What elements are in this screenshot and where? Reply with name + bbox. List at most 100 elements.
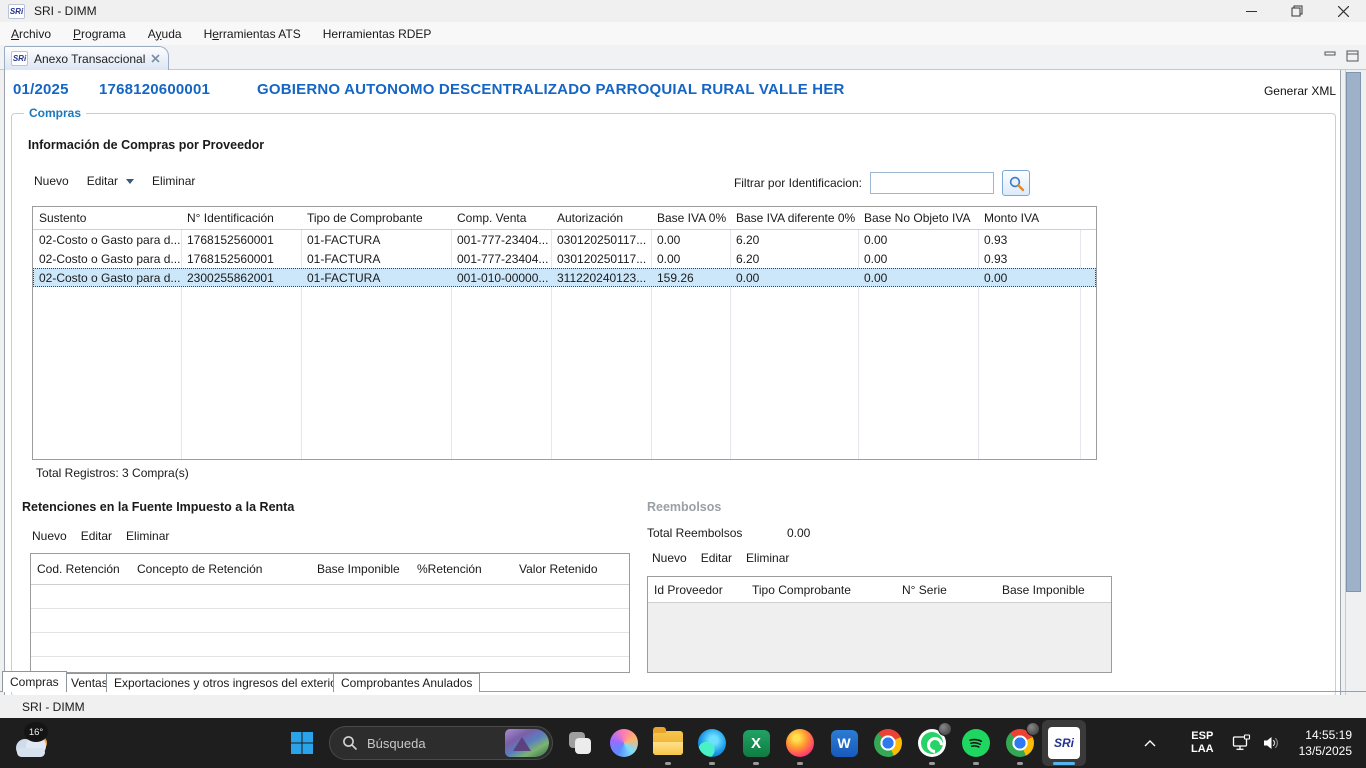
column-header[interactable]: Valor Retenido <box>513 554 613 584</box>
filter-input[interactable] <box>870 172 994 194</box>
column-header[interactable]: N° Serie <box>896 577 996 602</box>
word-button[interactable] <box>822 720 866 766</box>
table-cell: 1768152560001 <box>181 233 301 247</box>
scrollbar-thumb[interactable] <box>1346 72 1361 592</box>
copilot-button[interactable] <box>602 720 646 766</box>
network-icon <box>1232 734 1252 752</box>
search-box[interactable]: Búsqueda <box>329 726 553 760</box>
compras-toolbar: Nuevo Editar Eliminar <box>34 174 195 188</box>
total-registros: Total Registros: 3 Compra(s) <box>36 466 189 480</box>
ret-eliminar-button[interactable]: Eliminar <box>126 529 169 543</box>
start-button[interactable] <box>280 720 324 766</box>
reb-nuevo-button[interactable]: Nuevo <box>652 551 687 565</box>
column-header[interactable]: %Retención <box>411 554 513 584</box>
chevron-up-icon <box>1144 740 1156 747</box>
search-highlight-image[interactable] <box>505 729 549 757</box>
column-header[interactable]: Cod. Retención <box>31 554 131 584</box>
tray-chevron-button[interactable] <box>1135 740 1165 747</box>
dropdown-arrow-icon[interactable] <box>126 179 134 184</box>
column-header[interactable]: Base No Objeto IVA <box>858 207 978 229</box>
editar-button[interactable]: Editar <box>87 174 134 188</box>
whatsapp-button[interactable] <box>910 720 954 766</box>
excel-button[interactable] <box>734 720 778 766</box>
weather-widget[interactable]: 16° <box>10 724 66 762</box>
search-button[interactable] <box>1002 170 1030 196</box>
ret-nuevo-button[interactable]: Nuevo <box>32 529 67 543</box>
column-header[interactable]: Base Imponible <box>311 554 411 584</box>
column-header[interactable]: Sustento <box>33 207 181 229</box>
minimize-button[interactable] <box>1228 0 1274 22</box>
edge-button[interactable] <box>690 720 734 766</box>
tab-comprobantes-anulados[interactable]: Comprobantes Anulados <box>333 673 480 692</box>
task-view-button[interactable] <box>558 720 602 766</box>
chrome-icon <box>874 729 902 757</box>
clock[interactable]: 14:55:19 13/5/2025 <box>1299 727 1352 759</box>
entity-name: GOBIERNO AUTONOMO DESCENTRALIZADO PARROQ… <box>257 81 845 98</box>
table-row[interactable]: 02-Costo o Gasto para d...17681525600010… <box>33 230 1096 249</box>
generar-xml-button[interactable]: Generar XML <box>1264 84 1336 98</box>
firefox-icon <box>786 729 814 757</box>
reb-eliminar-button[interactable]: Eliminar <box>746 551 789 565</box>
table-row[interactable]: 02-Costo o Gasto para d...23002558620010… <box>33 268 1096 287</box>
column-header[interactable]: Id Proveedor <box>648 577 746 602</box>
total-reembolsos-label: Total Reembolsos <box>647 526 742 540</box>
edge-icon <box>698 729 726 757</box>
compras-table[interactable]: SustentoN° IdentificaciónTipo de Comprob… <box>32 206 1097 460</box>
table-cell: 001-010-00000... <box>451 271 551 285</box>
column-header[interactable]: Base IVA diferente 0% <box>730 207 858 229</box>
column-header[interactable]: Base Imponible <box>996 577 1098 602</box>
nuevo-button[interactable]: Nuevo <box>34 174 69 188</box>
menu-ayuda[interactable]: Ayuda <box>137 24 193 44</box>
editor-tab-bar: SRi Anexo Transaccional <box>0 45 1366 70</box>
search-icon <box>1008 175 1025 192</box>
eliminar-button[interactable]: Eliminar <box>152 174 195 188</box>
menu-herramientas-rdep[interactable]: Herramientas RDEP <box>312 24 443 44</box>
ruc-number: 1768120600001 <box>99 81 210 98</box>
firefox-button[interactable] <box>778 720 822 766</box>
table-cell: 02-Costo o Gasto para d... <box>33 271 181 285</box>
tab-close-icon[interactable] <box>151 54 160 63</box>
retenciones-table[interactable]: Cod. RetenciónConcepto de RetenciónBase … <box>30 553 630 673</box>
sri-dimm-icon: SRi <box>1048 727 1080 759</box>
table-cell: 0.00 <box>651 252 730 266</box>
volume-button[interactable] <box>1262 735 1281 751</box>
file-explorer-button[interactable] <box>646 720 690 766</box>
filter-group: Filtrar por Identificacion: <box>734 170 1030 196</box>
ret-editar-button[interactable]: Editar <box>81 529 112 543</box>
column-header[interactable]: N° Identificación <box>181 207 301 229</box>
network-button[interactable] <box>1232 734 1252 752</box>
table-row[interactable]: 02-Costo o Gasto para d...17681525600010… <box>33 249 1096 268</box>
close-button[interactable] <box>1320 0 1366 22</box>
reb-editar-button[interactable]: Editar <box>701 551 732 565</box>
sri-dimm-button[interactable]: SRi <box>1042 720 1086 766</box>
menu-herramientas-ats[interactable]: Herramientas ATS <box>193 24 312 44</box>
table-body <box>31 585 629 673</box>
system-tray: ESP LAA 14:55:19 13/5/2025 <box>1135 718 1366 768</box>
language-indicator[interactable]: ESP LAA <box>1191 730 1214 756</box>
chrome-button[interactable] <box>866 720 910 766</box>
column-header[interactable]: Monto IVA <box>978 207 1080 229</box>
tab-compras[interactable]: Compras <box>2 671 67 692</box>
word-icon <box>831 730 858 757</box>
menu-archivo[interactable]: Archivo <box>0 24 62 44</box>
view-maximize-icon[interactable] <box>1346 50 1360 62</box>
view-buttons <box>1324 50 1360 62</box>
reembolsos-title: Reembolsos <box>647 500 721 514</box>
column-header[interactable]: Base IVA 0% <box>651 207 730 229</box>
restore-button[interactable] <box>1274 0 1320 22</box>
table-cell: 01-FACTURA <box>301 271 451 285</box>
total-reembolsos-value: 0.00 <box>787 526 810 540</box>
chrome-profile-button[interactable] <box>998 720 1042 766</box>
spotify-icon <box>962 729 990 757</box>
spotify-button[interactable] <box>954 720 998 766</box>
tab-anexo-transaccional[interactable]: SRi Anexo Transaccional <box>4 46 169 70</box>
view-minimize-icon[interactable] <box>1324 50 1338 62</box>
column-header[interactable]: Concepto de Retención <box>131 554 311 584</box>
column-header[interactable]: Comp. Venta <box>451 207 551 229</box>
menu-programa[interactable]: Programa <box>62 24 137 44</box>
tab-exportaciones[interactable]: Exportaciones y otros ingresos del exter… <box>106 673 349 692</box>
column-header[interactable]: Tipo Comprobante <box>746 577 896 602</box>
column-header[interactable]: Tipo de Comprobante <box>301 207 451 229</box>
column-header[interactable]: Autorización <box>551 207 651 229</box>
reembolsos-table[interactable]: Id ProveedorTipo ComprobanteN° SerieBase… <box>647 576 1112 673</box>
